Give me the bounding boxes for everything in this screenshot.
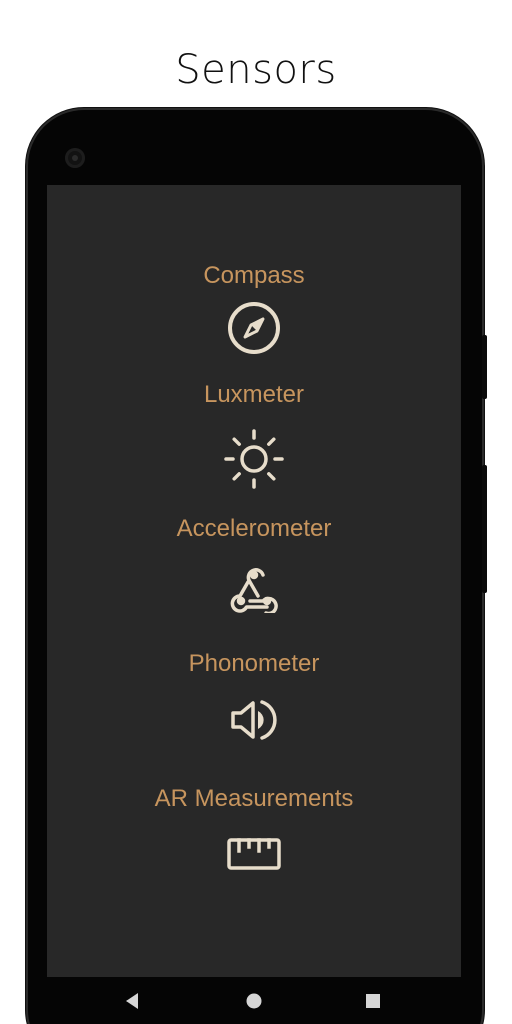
ar-measurements-label[interactable]: AR Measurements bbox=[47, 784, 461, 814]
webhook-icon[interactable] bbox=[227, 559, 281, 613]
volume-button bbox=[482, 465, 487, 593]
ruler-icon[interactable] bbox=[227, 837, 281, 871]
power-button bbox=[482, 335, 487, 399]
phonometer-label[interactable]: Phonometer bbox=[47, 649, 461, 679]
speaker-icon[interactable] bbox=[228, 694, 280, 746]
luxmeter-label[interactable]: Luxmeter bbox=[47, 380, 461, 410]
back-icon[interactable] bbox=[123, 991, 143, 1011]
page-title: Sensors bbox=[175, 47, 337, 93]
recents-icon[interactable] bbox=[363, 991, 383, 1011]
app-screen: Compass Luxmeter Accelerometer Phonomete… bbox=[47, 185, 461, 977]
front-camera bbox=[65, 148, 85, 168]
home-icon[interactable] bbox=[244, 991, 264, 1011]
compass-icon[interactable] bbox=[227, 301, 281, 355]
accelerometer-label[interactable]: Accelerometer bbox=[47, 514, 461, 544]
sun-icon[interactable] bbox=[223, 428, 285, 490]
navigation-bar bbox=[47, 977, 461, 1024]
compass-label[interactable]: Compass bbox=[47, 261, 461, 291]
